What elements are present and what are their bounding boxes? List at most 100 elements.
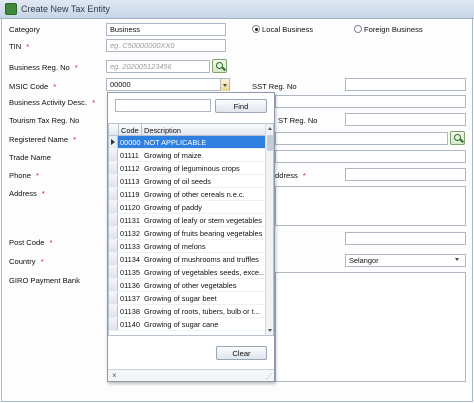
table-row[interactable]: 01131 Growing of leafy or stem vegetables <box>109 214 265 227</box>
row-description: Growing of other vegetables <box>144 281 237 290</box>
row-selector[interactable] <box>109 175 118 187</box>
msic-combobox[interactable]: 00000 <box>106 78 230 91</box>
resize-grip-icon[interactable]: ⋰ <box>266 373 272 380</box>
state-dropdown-arrow-icon[interactable] <box>455 258 459 261</box>
table-row[interactable]: 01119 Growing of other cereals n.e.c. <box>109 188 265 201</box>
registered-name-input[interactable] <box>275 132 448 145</box>
phone-label-text: Phone <box>9 171 31 180</box>
row-code: 01132 <box>120 229 141 238</box>
email-address-label-text: ddress <box>275 171 298 180</box>
table-row[interactable]: 01113 Growing of oil seeds <box>109 175 265 188</box>
row-description: NOT APPLICABLE <box>144 138 207 147</box>
scroll-down-icon[interactable] <box>268 329 272 332</box>
table-row[interactable]: 01133 Growing of melons <box>109 240 265 253</box>
table-row[interactable]: 01138 Growing of roots, tubers, bulb or t… <box>109 305 265 318</box>
foreign-business-label: Foreign Business <box>364 25 423 34</box>
row-selector[interactable] <box>109 240 118 252</box>
col-desc-header[interactable]: Description <box>144 126 181 135</box>
country-label-text: Country <box>9 257 36 266</box>
business-reg-input[interactable]: eg. 202005123456 <box>106 60 210 73</box>
row-code: 01136 <box>120 281 141 290</box>
category-label: Category <box>9 25 40 34</box>
registered-name-label: Registered Name * <box>9 135 76 144</box>
address-label-text: Address <box>9 189 37 198</box>
local-business-radio[interactable] <box>252 25 260 33</box>
scroll-thumb[interactable] <box>267 135 273 151</box>
activity-label: Business Activity Desc. * <box>9 98 95 107</box>
post-code-label: Post Code * <box>9 238 52 247</box>
row-selector[interactable] <box>109 188 118 200</box>
city-input[interactable] <box>345 232 466 245</box>
activity-input[interactable] <box>275 95 466 108</box>
row-description: Growing of leafy or stem vegetables <box>144 216 262 225</box>
row-code: 01111 <box>120 151 139 160</box>
clear-button[interactable]: Clear <box>216 346 267 360</box>
row-selector[interactable] <box>109 279 118 291</box>
local-business-label: Local Business <box>262 25 314 34</box>
tin-input[interactable]: eg. C50000000XX0 <box>106 39 226 52</box>
row-selector[interactable] <box>109 305 118 317</box>
col-code-header[interactable]: Code <box>121 126 139 135</box>
table-row[interactable]: 01111 Growing of maize <box>109 149 265 162</box>
foreign-business-radio[interactable] <box>354 25 362 33</box>
activity-label-text: Business Activity Desc. <box>9 98 88 107</box>
table-row[interactable]: 01140 Growing of sugar cane <box>109 318 265 331</box>
state-select[interactable]: Selangor <box>345 254 466 267</box>
row-selector[interactable] <box>109 292 118 304</box>
row-description: Growing of maize <box>144 151 202 160</box>
row-description: Growing of melons <box>144 242 206 251</box>
sst-label: SST Reg. No <box>252 82 297 91</box>
table-row[interactable]: 01132 Growing of fruits bearing vegetable… <box>109 227 265 240</box>
email-input[interactable] <box>345 168 466 181</box>
table-row[interactable]: 01137 Growing of sugar beet <box>109 292 265 305</box>
window-title: Create New Tax Entity <box>21 4 110 14</box>
row-code: 01133 <box>120 242 141 251</box>
msic-label: MSIC Code * <box>9 82 56 91</box>
table-row[interactable]: 01136 Growing of other vegetables <box>109 279 265 292</box>
dropdown-arrow-icon[interactable] <box>220 79 229 91</box>
row-selector[interactable] <box>109 162 118 174</box>
row-selector[interactable] <box>109 318 118 330</box>
business-reg-label: Business Reg. No * <box>9 63 78 72</box>
tourism-sst-input[interactable] <box>345 113 466 126</box>
registered-name-search-icon[interactable] <box>450 131 465 145</box>
row-description: Growing of paddy <box>144 203 202 212</box>
row-selector[interactable] <box>109 266 118 278</box>
post-code-required-mark: * <box>49 238 53 247</box>
row-selector[interactable] <box>109 149 118 161</box>
popup-status-bar: × ⋰ <box>108 369 274 381</box>
row-code: 01135 <box>120 268 141 277</box>
row-selector[interactable] <box>109 214 118 226</box>
col-divider <box>141 124 142 136</box>
row-description: Growing of roots, tubers, bulb or t... <box>144 307 260 316</box>
business-reg-search-icon[interactable] <box>212 59 227 73</box>
close-icon[interactable]: × <box>112 371 117 380</box>
row-description: Growing of sugar cane <box>144 320 219 329</box>
table-row[interactable]: 01120 Growing of paddy <box>109 201 265 214</box>
table-row[interactable]: 01135 Growing of vegetables seeds, exce..… <box>109 266 265 279</box>
sst-input[interactable] <box>345 78 466 91</box>
trade-name-label: Trade Name <box>9 153 51 162</box>
table-row[interactable]: 00000 NOT APPLICABLE <box>109 136 265 149</box>
giro-bank-grid[interactable] <box>275 272 466 382</box>
state-value: Selangor <box>349 256 379 265</box>
msic-grid: Code Description 00000 NOT APPLICABLE 0111… <box>108 123 274 336</box>
row-selector[interactable] <box>109 227 118 239</box>
table-row[interactable]: 01134 Growing of mushrooms and truffles <box>109 253 265 266</box>
trade-name-input[interactable] <box>275 150 466 163</box>
row-code: 01120 <box>120 203 141 212</box>
app-icon <box>5 3 17 15</box>
row-selector[interactable] <box>109 253 118 265</box>
row-description: Growing of fruits bearing vegetables <box>144 229 263 238</box>
row-selector[interactable] <box>109 201 118 213</box>
category-select[interactable]: Business <box>106 23 226 36</box>
row-pointer-icon[interactable] <box>109 136 118 148</box>
table-row[interactable]: 01112 Growing of leguminous crops <box>109 162 265 175</box>
find-button[interactable]: Find <box>215 99 267 113</box>
address-textarea[interactable] <box>275 186 466 226</box>
grid-scrollbar[interactable] <box>265 124 273 335</box>
address-label: Address * <box>9 189 45 198</box>
msic-search-input[interactable] <box>115 99 211 112</box>
scroll-up-icon[interactable] <box>268 127 272 130</box>
row-code: 01138 <box>120 307 141 316</box>
